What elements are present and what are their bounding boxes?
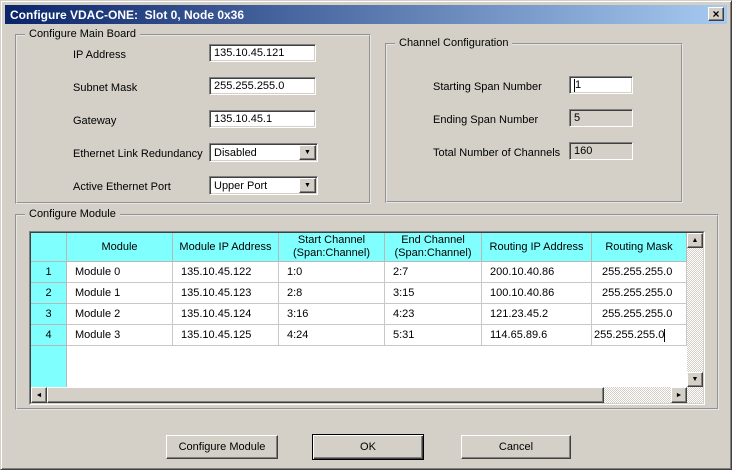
dialog-window: Configure VDAC-ONE: Slot 0, Node 0x36 × … bbox=[0, 0, 732, 470]
cell-routing-mask[interactable]: 255.255.255.0 bbox=[592, 283, 687, 304]
cell-end-channel[interactable]: 2:7 bbox=[385, 262, 482, 283]
cell-routing-ip[interactable]: 114.65.89.6 bbox=[482, 325, 592, 346]
row-header[interactable]: 4 bbox=[31, 325, 67, 346]
row-header[interactable]: 1 bbox=[31, 262, 67, 283]
scroll-up-button[interactable]: ▲ bbox=[687, 233, 703, 248]
header-start-channel: Start Channel (Span:Channel) bbox=[279, 233, 385, 262]
total-channels-label: Total Number of Channels bbox=[433, 147, 560, 159]
header-routing-mask: Routing Mask bbox=[592, 233, 687, 262]
cell-module[interactable]: Module 1 bbox=[67, 283, 173, 304]
header-module-ip: Module IP Address bbox=[173, 233, 279, 262]
header-row-number bbox=[31, 233, 67, 262]
cell-end-channel[interactable]: 4:23 bbox=[385, 304, 482, 325]
ending-span-field: 5 bbox=[569, 109, 633, 127]
cancel-button-label: Cancel bbox=[499, 441, 533, 453]
scroll-down-icon: ▼ bbox=[692, 376, 699, 383]
grid-empty-area[interactable] bbox=[67, 346, 687, 387]
scroll-down-button[interactable]: ▼ bbox=[687, 372, 703, 387]
header-module: Module bbox=[67, 233, 173, 262]
cell-module-ip[interactable]: 135.10.45.125 bbox=[173, 325, 279, 346]
vertical-scrollbar[interactable]: ▲ ▼ bbox=[687, 233, 703, 387]
cell-module-ip[interactable]: 135.10.45.123 bbox=[173, 283, 279, 304]
scrollbar-corner bbox=[687, 387, 703, 403]
ip-address-label: IP Address bbox=[73, 49, 126, 61]
ethernet-link-redundancy-select[interactable]: Disabled ▼ bbox=[209, 143, 318, 162]
ip-address-value: 135.10.45.121 bbox=[214, 47, 284, 59]
cell-end-channel[interactable]: 5:31 bbox=[385, 325, 482, 346]
active-ethernet-port-select[interactable]: Upper Port ▼ bbox=[209, 176, 318, 195]
cell-module[interactable]: Module 3 bbox=[67, 325, 173, 346]
total-channels-value: 160 bbox=[574, 145, 592, 157]
cell-end-channel[interactable]: 3:15 bbox=[385, 283, 482, 304]
cell-module-ip[interactable]: 135.10.45.122 bbox=[173, 262, 279, 283]
subnet-mask-field[interactable]: 255.255.255.0 bbox=[209, 77, 316, 95]
close-button[interactable]: × bbox=[708, 7, 724, 21]
cell-routing-ip[interactable]: 200.10.40.86 bbox=[482, 262, 592, 283]
gateway-label: Gateway bbox=[73, 115, 116, 127]
module-table: Module Module IP Address Start Channel (… bbox=[29, 231, 705, 405]
active-ethernet-port-label: Active Ethernet Port bbox=[73, 181, 171, 193]
scroll-right-icon: ► bbox=[676, 392, 683, 399]
subnet-mask-value: 255.255.255.0 bbox=[214, 80, 284, 92]
cell-start-channel[interactable]: 4:24 bbox=[279, 325, 385, 346]
ethernet-link-redundancy-label: Ethernet Link Redundancy bbox=[73, 148, 203, 160]
scroll-up-icon: ▲ bbox=[692, 237, 699, 244]
horizontal-scrollbar-thumb[interactable] bbox=[47, 387, 604, 403]
cell-routing-ip[interactable]: 121.23.45.2 bbox=[482, 304, 592, 325]
chevron-down-icon: ▼ bbox=[304, 149, 311, 156]
cell-module[interactable]: Module 0 bbox=[67, 262, 173, 283]
cancel-button[interactable]: Cancel bbox=[461, 435, 571, 459]
text-cursor bbox=[664, 329, 665, 342]
horizontal-scrollbar-track[interactable] bbox=[604, 387, 671, 403]
ending-span-value: 5 bbox=[574, 112, 580, 124]
group-channel-configuration-title: Channel Configuration bbox=[395, 37, 512, 49]
starting-span-label: Starting Span Number bbox=[433, 81, 542, 93]
cell-start-channel[interactable]: 2:8 bbox=[279, 283, 385, 304]
module-table-inner: Module Module IP Address Start Channel (… bbox=[30, 232, 704, 404]
ip-address-field[interactable]: 135.10.45.121 bbox=[209, 44, 316, 62]
group-configure-module-title: Configure Module bbox=[25, 208, 120, 220]
cell-routing-mask-value: 255.255.255.0 bbox=[594, 329, 664, 341]
ethernet-link-redundancy-value: Disabled bbox=[210, 147, 298, 159]
row-header[interactable]: 3 bbox=[31, 304, 67, 325]
cell-routing-mask[interactable]: 255.255.255.0 bbox=[592, 262, 687, 283]
ethernet-link-redundancy-dropdown-button[interactable]: ▼ bbox=[299, 145, 316, 160]
ending-span-label: Ending Span Number bbox=[433, 114, 538, 126]
scroll-left-button[interactable]: ◄ bbox=[31, 387, 47, 403]
active-ethernet-port-dropdown-button[interactable]: ▼ bbox=[299, 178, 316, 193]
row-header-empty[interactable] bbox=[31, 346, 67, 387]
cell-start-channel[interactable]: 1:0 bbox=[279, 262, 385, 283]
cell-routing-ip[interactable]: 100.10.40.86 bbox=[482, 283, 592, 304]
subnet-mask-label: Subnet Mask bbox=[73, 82, 137, 94]
chevron-down-icon: ▼ bbox=[304, 182, 311, 189]
starting-span-field[interactable]: 1 bbox=[569, 76, 633, 94]
title-bar[interactable]: Configure VDAC-ONE: Slot 0, Node 0x36 × bbox=[5, 5, 727, 24]
module-grid: Module Module IP Address Start Channel (… bbox=[31, 233, 687, 387]
total-channels-field: 160 bbox=[569, 142, 633, 160]
ok-button[interactable]: OK bbox=[312, 434, 424, 460]
cell-start-channel[interactable]: 3:16 bbox=[279, 304, 385, 325]
horizontal-scrollbar[interactable]: ◄ ► bbox=[31, 387, 687, 403]
gateway-value: 135.10.45.1 bbox=[214, 113, 272, 125]
row-header[interactable]: 2 bbox=[31, 283, 67, 304]
starting-span-value: 1 bbox=[575, 79, 581, 91]
scroll-right-button[interactable]: ► bbox=[671, 387, 687, 403]
close-icon: × bbox=[712, 9, 719, 19]
configure-module-button[interactable]: Configure Module bbox=[166, 435, 278, 459]
cell-routing-mask[interactable]: 255.255.255.0 bbox=[592, 304, 687, 325]
window-title: Configure VDAC-ONE: Slot 0, Node 0x36 bbox=[5, 8, 244, 22]
cell-module[interactable]: Module 2 bbox=[67, 304, 173, 325]
active-ethernet-port-value: Upper Port bbox=[210, 180, 298, 192]
scroll-left-icon: ◄ bbox=[36, 392, 43, 399]
header-routing-ip: Routing IP Address bbox=[482, 233, 592, 262]
header-end-channel: End Channel (Span:Channel) bbox=[385, 233, 482, 262]
cell-module-ip[interactable]: 135.10.45.124 bbox=[173, 304, 279, 325]
configure-module-button-label: Configure Module bbox=[179, 441, 266, 453]
gateway-field[interactable]: 135.10.45.1 bbox=[209, 110, 316, 128]
group-main-board-title: Configure Main Board bbox=[25, 28, 140, 40]
cell-routing-mask-editing[interactable]: 255.255.255.0 bbox=[592, 325, 687, 346]
ok-button-label: OK bbox=[360, 441, 376, 453]
